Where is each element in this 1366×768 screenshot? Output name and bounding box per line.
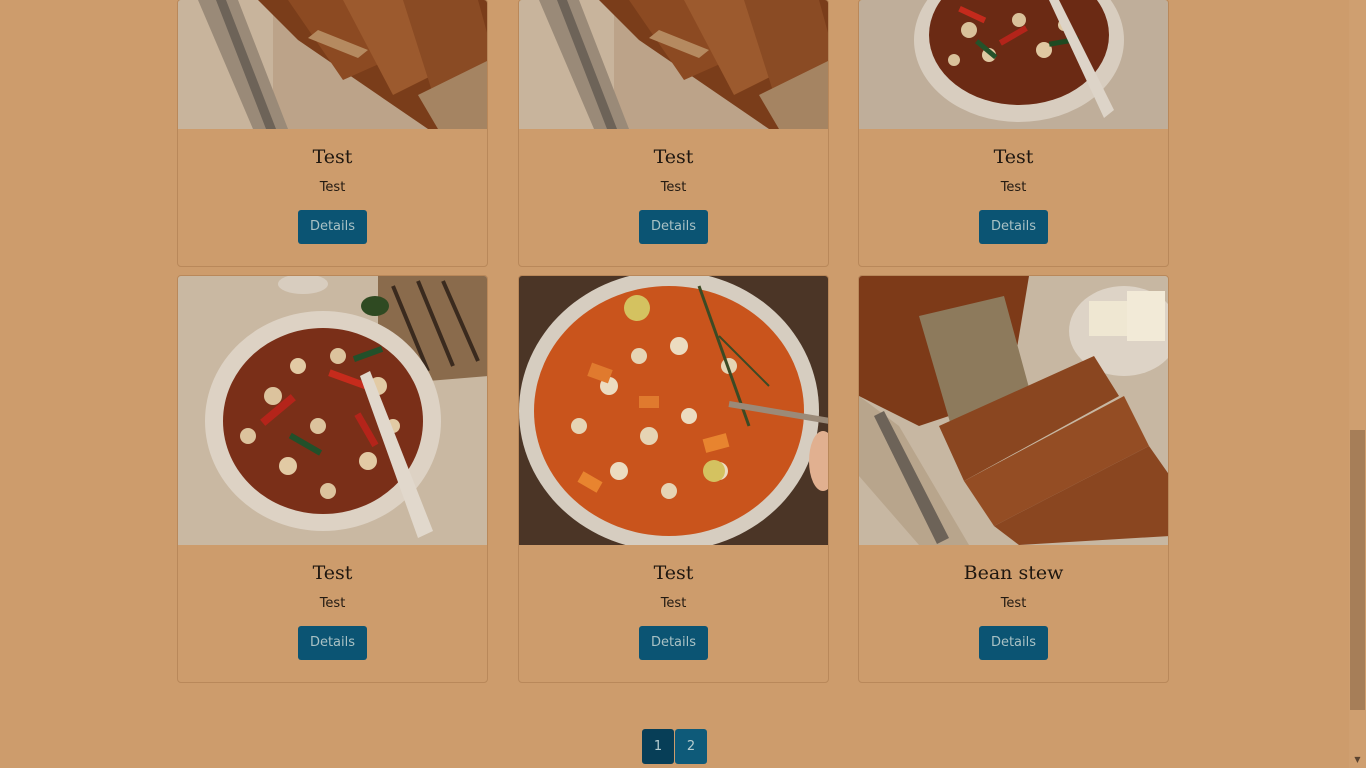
details-button[interactable]: Details <box>638 626 709 660</box>
recipe-grid-page: Test Test Details Test Test Details Test… <box>0 0 1366 768</box>
card-text: Test <box>1000 596 1027 611</box>
details-button[interactable]: Details <box>978 210 1049 244</box>
card-text: Test <box>319 596 346 611</box>
card-title: Test <box>312 562 353 584</box>
card-title: Test <box>653 146 694 168</box>
details-button[interactable]: Details <box>638 210 709 244</box>
card-title: Test <box>312 146 353 168</box>
details-button[interactable]: Details <box>978 626 1049 660</box>
recipe-image-bean-soup <box>519 276 828 545</box>
card-title: Test <box>993 146 1034 168</box>
vertical-scrollbar[interactable]: ▼ <box>1349 0 1366 768</box>
card-text: Test <box>1000 180 1027 195</box>
card-text: Test <box>660 596 687 611</box>
card-body: Bean stew Test Details <box>859 545 1168 660</box>
recipe-image-banana-bread <box>178 0 487 129</box>
card-body: Test Test Details <box>859 129 1168 244</box>
card-body: Test Test Details <box>178 129 487 244</box>
card-title: Test <box>653 562 694 584</box>
card-text: Test <box>660 180 687 195</box>
page-2-button[interactable]: 2 <box>675 729 707 764</box>
recipe-card: Test Test Details <box>518 0 829 267</box>
card-text: Test <box>319 180 346 195</box>
recipe-image-bean-stew <box>178 276 487 545</box>
details-button[interactable]: Details <box>297 210 368 244</box>
card-body: Test Test Details <box>519 545 828 660</box>
details-button[interactable]: Details <box>297 626 368 660</box>
page-1-button[interactable]: 1 <box>642 729 674 764</box>
recipe-image-banana-bread <box>519 0 828 129</box>
scrollbar-thumb[interactable] <box>1350 430 1365 710</box>
recipe-card: Test Test Details <box>177 275 488 683</box>
card-body: Test Test Details <box>178 545 487 660</box>
recipe-card: Test Test Details <box>518 275 829 683</box>
recipe-image-banana-bread <box>859 276 1168 545</box>
recipe-card: Bean stew Test Details <box>858 275 1169 683</box>
recipe-image-bean-stew <box>859 0 1168 129</box>
card-title: Bean stew <box>963 562 1064 584</box>
recipe-card: Test Test Details <box>177 0 488 267</box>
card-body: Test Test Details <box>519 129 828 244</box>
recipe-card: Test Test Details <box>858 0 1169 267</box>
scroll-down-arrow-icon[interactable]: ▼ <box>1349 751 1366 768</box>
pagination: 1 2 <box>642 729 707 764</box>
